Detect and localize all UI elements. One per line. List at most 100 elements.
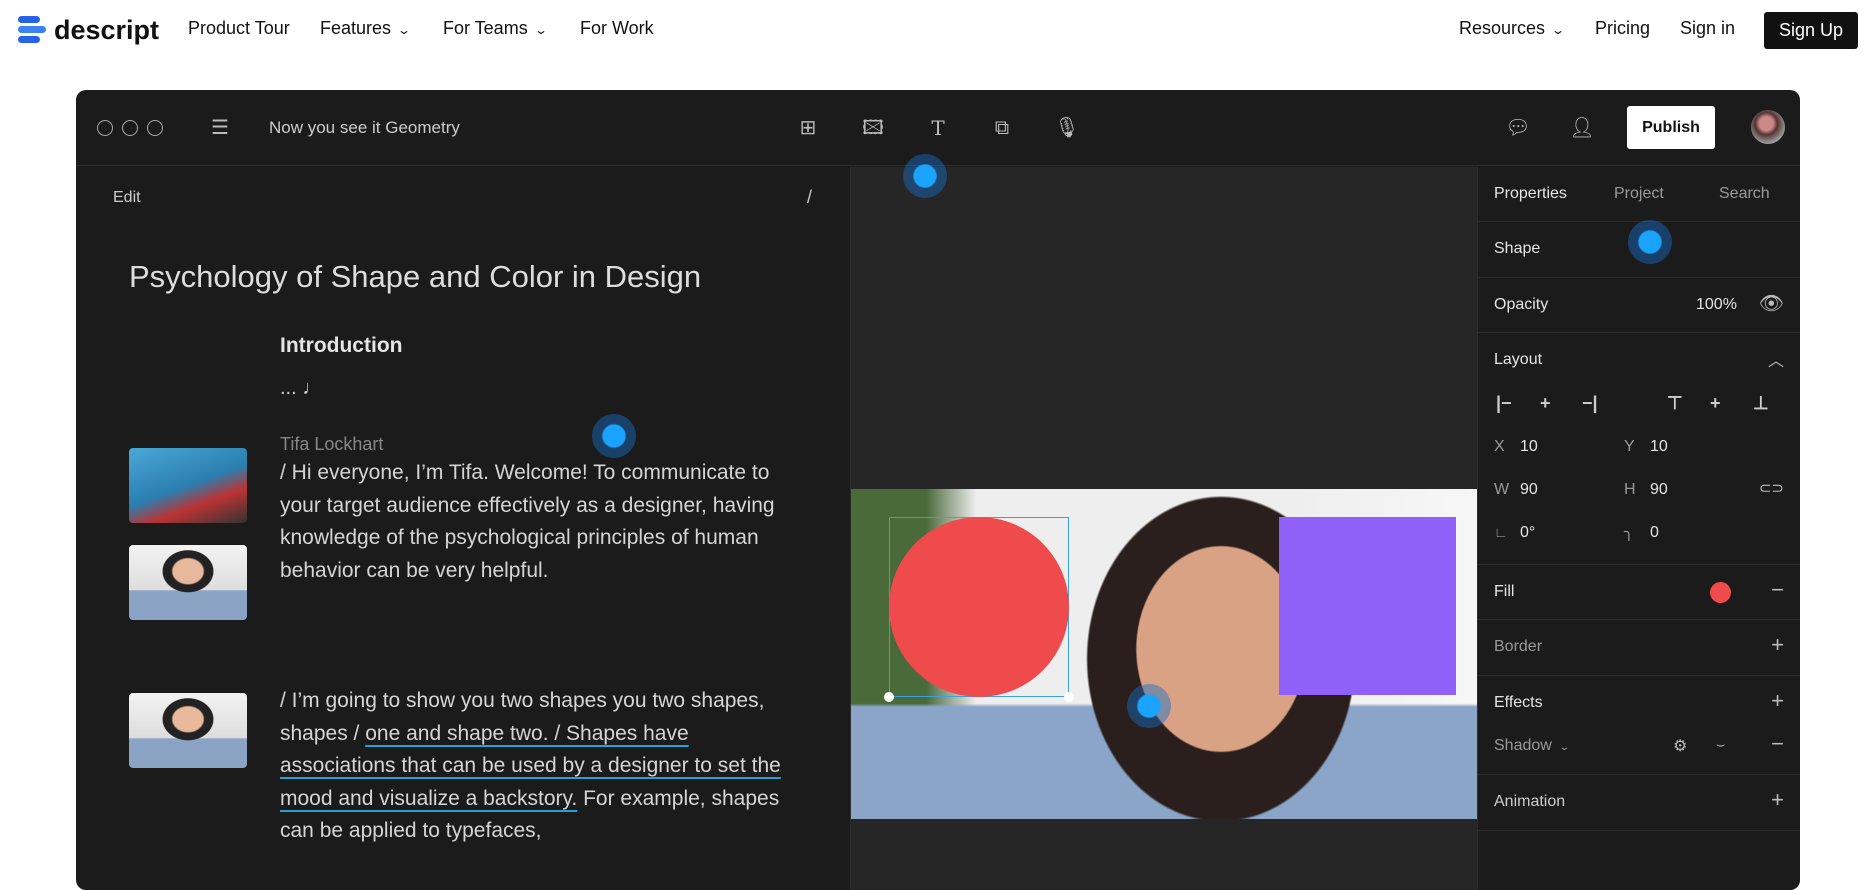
layout-section: Layout ︿ |− + −| ⊤ + ⊥ X 10 Y 10 W 90 H …	[1478, 333, 1800, 565]
align-top-icon[interactable]: ⊤	[1667, 393, 1683, 414]
app-toolbar: ☰ Now you see it Geometry ⊞ 🖾 T ⧉ 🎙︎ 💬︎ …	[76, 90, 1800, 166]
click-indicator	[1127, 684, 1171, 728]
rotation-icon: ∟	[1494, 524, 1508, 540]
project-title: Now you see it Geometry	[269, 118, 460, 137]
corner-radius-icon: ╮	[1624, 524, 1634, 541]
tab-search[interactable]: Search	[1719, 185, 1770, 203]
hamburger-menu-icon[interactable]: ☰	[206, 116, 234, 140]
nav-label: Pricing	[1595, 18, 1651, 38]
align-left-icon[interactable]: |−	[1496, 393, 1512, 414]
nav-resources[interactable]: Resources ⌄	[1459, 18, 1566, 39]
eye-icon[interactable]: 👁︎	[1759, 291, 1784, 316]
align-center-h-icon[interactable]: +	[1540, 393, 1551, 414]
add-animation-icon[interactable]: +	[1771, 787, 1784, 813]
purple-square-shape[interactable]	[1279, 517, 1456, 695]
nav-label: For Work	[580, 18, 654, 38]
grid-icon[interactable]: ⊞	[794, 116, 822, 140]
rotation-input[interactable]: 0°	[1520, 524, 1535, 542]
y-input[interactable]: 10	[1650, 438, 1668, 456]
w-label: W	[1494, 481, 1510, 498]
fill-color-swatch[interactable]	[1710, 582, 1731, 603]
window-maximize-control[interactable]	[147, 120, 163, 136]
fill-label: Fill	[1494, 583, 1515, 600]
scene-thumbnail[interactable]	[129, 545, 247, 620]
window-minimize-control[interactable]	[122, 120, 138, 136]
h-input[interactable]: 90	[1650, 481, 1668, 499]
descript-logo-icon	[18, 16, 46, 43]
align-right-icon[interactable]: −|	[1582, 393, 1598, 414]
chevron-down-icon: ⌄	[1551, 23, 1566, 37]
link-proportions-icon[interactable]: ⊂⊃	[1759, 479, 1784, 497]
chevron-down-icon: ⌄	[533, 23, 548, 37]
nav-product-tour[interactable]: Product Tour	[188, 18, 290, 39]
corner-radius-input[interactable]: 0	[1650, 524, 1659, 542]
speaker-label[interactable]: Tifa Lockhart	[280, 434, 383, 455]
user-avatar[interactable]	[1751, 110, 1785, 144]
shape-section-label: Shape	[1494, 240, 1541, 257]
remove-fill-icon[interactable]: −	[1771, 577, 1784, 603]
add-user-icon[interactable]: 👤︎	[1568, 116, 1596, 140]
slash-command[interactable]: /	[807, 187, 812, 208]
sign-up-button[interactable]: Sign Up	[1764, 12, 1858, 49]
image-icon[interactable]: 🖾	[859, 116, 887, 140]
shadow-dropdown[interactable]: Shadow ⌄	[1494, 737, 1570, 755]
properties-panel: Properties Project Search Shape Opacity …	[1477, 167, 1800, 890]
nav-sign-in[interactable]: Sign in	[1680, 18, 1735, 39]
layout-label: Layout	[1494, 351, 1543, 368]
h-label: H	[1624, 481, 1636, 498]
edit-mode-label[interactable]: Edit	[113, 189, 141, 207]
microphone-icon[interactable]: 🎙︎	[1053, 116, 1081, 140]
opacity-label: Opacity	[1494, 296, 1549, 313]
tab-properties[interactable]: Properties	[1494, 185, 1567, 203]
transcript-paragraph[interactable]: / Hi everyone, I’m Tifa. Welcome! To com…	[280, 457, 800, 587]
panel-tabs: Properties Project Search	[1478, 167, 1800, 222]
click-indicator	[592, 414, 636, 458]
section-heading[interactable]: Introduction	[280, 334, 402, 358]
align-bottom-icon[interactable]: ⊥	[1753, 393, 1769, 414]
nav-features[interactable]: Features ⌄	[320, 18, 412, 39]
text-icon[interactable]: T	[924, 116, 952, 140]
nav-for-work[interactable]: For Work	[580, 18, 654, 39]
window-close-control[interactable]	[97, 120, 113, 136]
nav-label: Sign in	[1680, 18, 1736, 38]
border-label: Border	[1494, 638, 1543, 655]
nav-pricing[interactable]: Pricing	[1595, 18, 1650, 39]
transcript-editor: Edit / Psychology of Shape and Color in …	[76, 167, 851, 890]
comment-icon[interactable]: 💬︎	[1504, 116, 1532, 140]
shadow-label: Shadow	[1494, 737, 1552, 754]
effects-label: Effects	[1494, 694, 1543, 711]
document-title[interactable]: Psychology of Shape and Color in Design	[129, 259, 701, 295]
align-middle-v-icon[interactable]: +	[1710, 393, 1721, 414]
y-label: Y	[1624, 438, 1635, 455]
sign-up-label: Sign Up	[1778, 20, 1844, 40]
red-circle-shape[interactable]	[889, 517, 1069, 697]
transcript-paragraph[interactable]: / I’m going to show you two shapes you t…	[280, 685, 800, 848]
scene-thumbnail[interactable]	[129, 448, 247, 523]
chevron-up-icon[interactable]: ︿	[1768, 347, 1784, 371]
adjust-sliders-icon[interactable]: ⚙︎	[1673, 736, 1687, 756]
x-input[interactable]: 10	[1520, 438, 1538, 456]
chevron-down-icon: ⌄	[1558, 742, 1570, 753]
nav-label: Features	[320, 18, 392, 38]
resize-handle[interactable]	[884, 692, 894, 702]
hide-eye-icon[interactable]: ⌣	[1716, 736, 1725, 753]
animation-label: Animation	[1494, 793, 1566, 810]
video-canvas	[851, 167, 1477, 890]
brand-name: descript	[54, 14, 160, 45]
video-frame[interactable]	[851, 489, 1477, 819]
x-label: X	[1494, 438, 1505, 455]
tab-project[interactable]: Project	[1614, 185, 1664, 203]
publish-button[interactable]: Publish	[1627, 106, 1715, 149]
opacity-value[interactable]: 100%	[1696, 296, 1737, 314]
descript-logo[interactable]: descript	[18, 14, 159, 46]
resize-handle[interactable]	[1064, 692, 1074, 702]
w-input[interactable]: 90	[1520, 481, 1538, 499]
scene-thumbnail[interactable]	[129, 693, 247, 768]
nav-label: Product Tour	[188, 18, 290, 38]
add-border-icon[interactable]: +	[1771, 632, 1784, 658]
remove-shadow-icon[interactable]: −	[1771, 731, 1784, 757]
shapes-icon[interactable]: ⧉	[988, 116, 1016, 140]
add-effect-icon[interactable]: +	[1771, 688, 1784, 714]
nav-for-teams[interactable]: For Teams ⌄	[443, 18, 548, 39]
chevron-down-icon: ⌄	[397, 23, 412, 37]
